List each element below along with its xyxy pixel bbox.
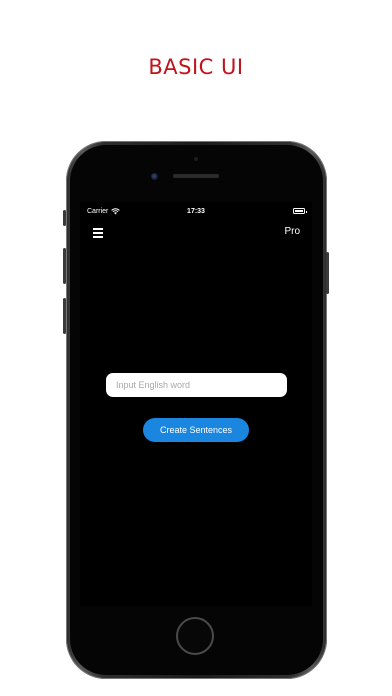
mute-switch — [63, 210, 66, 226]
home-button[interactable] — [176, 617, 214, 655]
status-bar: Carrier 17:33 — [80, 202, 312, 222]
hamburger-menu-icon[interactable] — [93, 228, 103, 238]
app-store-screenshot: BASIC UI Carrier 17:33 Pro Input English… — [0, 0, 392, 696]
battery-fill — [295, 210, 303, 212]
battery-icon — [293, 208, 307, 214]
english-word-input[interactable] — [106, 373, 287, 397]
volume-down-button — [63, 298, 66, 334]
proximity-sensor — [194, 157, 198, 161]
volume-up-button — [63, 248, 66, 284]
power-button — [326, 252, 329, 294]
pro-button[interactable]: Pro — [284, 226, 300, 237]
front-camera-icon — [151, 173, 158, 180]
navigation-bar: Pro — [80, 222, 312, 244]
earpiece-speaker — [173, 174, 219, 178]
status-time: 17:33 — [187, 208, 205, 215]
create-sentences-button[interactable]: Create Sentences — [143, 418, 249, 442]
phone-screen: Carrier 17:33 Pro Create Sentences — [80, 202, 312, 606]
promo-title: BASIC UI — [148, 55, 244, 79]
